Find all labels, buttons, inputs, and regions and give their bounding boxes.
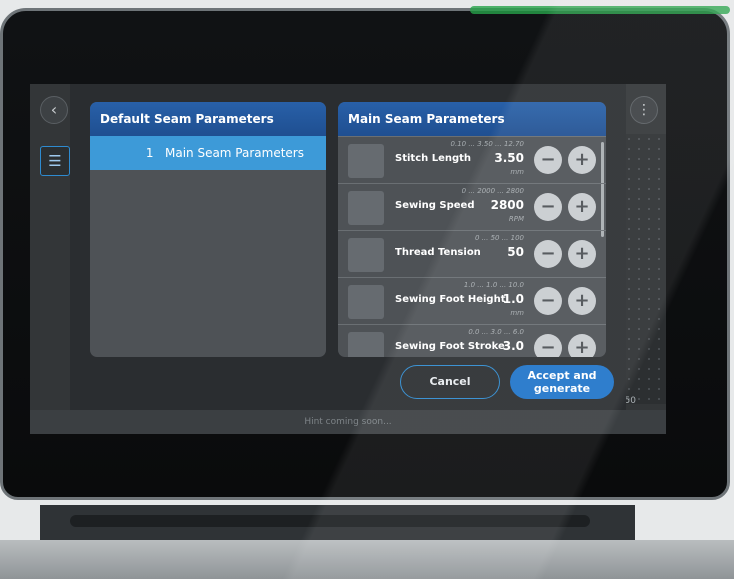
background-grid: [624, 134, 666, 404]
minus-icon[interactable]: −: [534, 240, 562, 268]
minus-icon[interactable]: −: [534, 193, 562, 221]
plus-icon[interactable]: +: [568, 146, 596, 174]
list-icon[interactable]: ☰: [40, 146, 70, 176]
param-thumbnail: [348, 285, 384, 319]
cancel-button[interactable]: Cancel: [400, 365, 500, 399]
param-row-stitch-length: Stitch Length 0.10 ... 3.50 ... 12.70 3.…: [338, 136, 606, 183]
seam-item-label: Main Seam Parameters: [164, 146, 304, 160]
param-range: 0 ... 50 ... 100: [475, 234, 524, 242]
param-label: Thread Tension: [395, 247, 481, 258]
seam-list-item[interactable]: 1 Main Seam Parameters: [90, 136, 326, 170]
param-label: Sewing Speed: [395, 200, 475, 211]
param-row-thread-tension: Thread Tension 0 ... 50 ... 100 50 − +: [338, 230, 606, 277]
param-unit: mm: [510, 309, 524, 317]
param-range: 0 ... 2000 ... 2800: [461, 187, 524, 195]
minus-icon[interactable]: −: [534, 287, 562, 315]
param-range: 0.10 ... 3.50 ... 12.70: [450, 140, 524, 148]
param-thumbnail: [348, 144, 384, 178]
default-seam-panel: Default Seam Parameters 1 Main Seam Para…: [90, 102, 326, 357]
panel-title: Main Seam Parameters: [338, 102, 606, 136]
param-thumbnail: [348, 191, 384, 225]
param-thumbnail: [348, 238, 384, 272]
touch-screen: ‹ ⋮ ☰ 1 50 Hint coming soon... Default Se…: [30, 84, 666, 434]
plus-icon[interactable]: +: [568, 287, 596, 315]
param-row-sewing-foot-height: Sewing Foot Height 1.0 ... 1.0 ... 10.0 …: [338, 277, 606, 324]
param-value: 2800: [490, 198, 524, 212]
stand-base: [0, 540, 734, 579]
param-thumbnail: [348, 332, 384, 357]
minus-icon[interactable]: −: [534, 146, 562, 174]
param-unit: mm: [510, 168, 524, 176]
param-unit: RPM: [508, 215, 524, 223]
panel-title: Default Seam Parameters: [90, 102, 326, 136]
hint-bar: Hint coming soon...: [30, 410, 666, 434]
plus-icon[interactable]: +: [568, 193, 596, 221]
param-label: Sewing Foot Stroke: [395, 341, 505, 352]
param-range: 1.0 ... 1.0 ... 10.0: [463, 281, 524, 289]
param-range: 0.0 ... 3.0 ... 6.0: [468, 328, 524, 336]
accept-and-generate-button[interactable]: Accept and generate: [510, 365, 614, 399]
param-label: Sewing Foot Height: [395, 294, 506, 305]
seam-item-number: 1: [145, 146, 154, 160]
param-label: Stitch Length: [395, 153, 472, 164]
param-value: 1.0: [502, 292, 524, 306]
accept-label-line2: generate: [533, 382, 591, 395]
device-accent-strip: [470, 6, 730, 14]
param-value: 3.0: [502, 339, 524, 353]
param-value: 50: [507, 245, 524, 259]
param-row-sewing-speed: Sewing Speed 0 ... 2000 ... 2800 2800 RP…: [338, 183, 606, 230]
stand-slot: [70, 515, 590, 527]
plus-icon[interactable]: +: [568, 334, 596, 357]
main-seam-panel: Main Seam Parameters Stitch Length 0.10 …: [338, 102, 606, 357]
param-row-sewing-foot-stroke: Sewing Foot Stroke 0.0 ... 3.0 ... 6.0 3…: [338, 324, 606, 357]
plus-icon[interactable]: +: [568, 240, 596, 268]
vertical-dots-icon[interactable]: ⋮: [630, 96, 658, 124]
seam-parameter-dialog: Default Seam Parameters 1 Main Seam Para…: [70, 84, 626, 410]
chevron-left-icon[interactable]: ‹: [40, 96, 68, 124]
accept-label-line1: Accept and: [527, 369, 597, 382]
minus-icon[interactable]: −: [534, 334, 562, 357]
param-value: 3.50: [494, 151, 524, 165]
